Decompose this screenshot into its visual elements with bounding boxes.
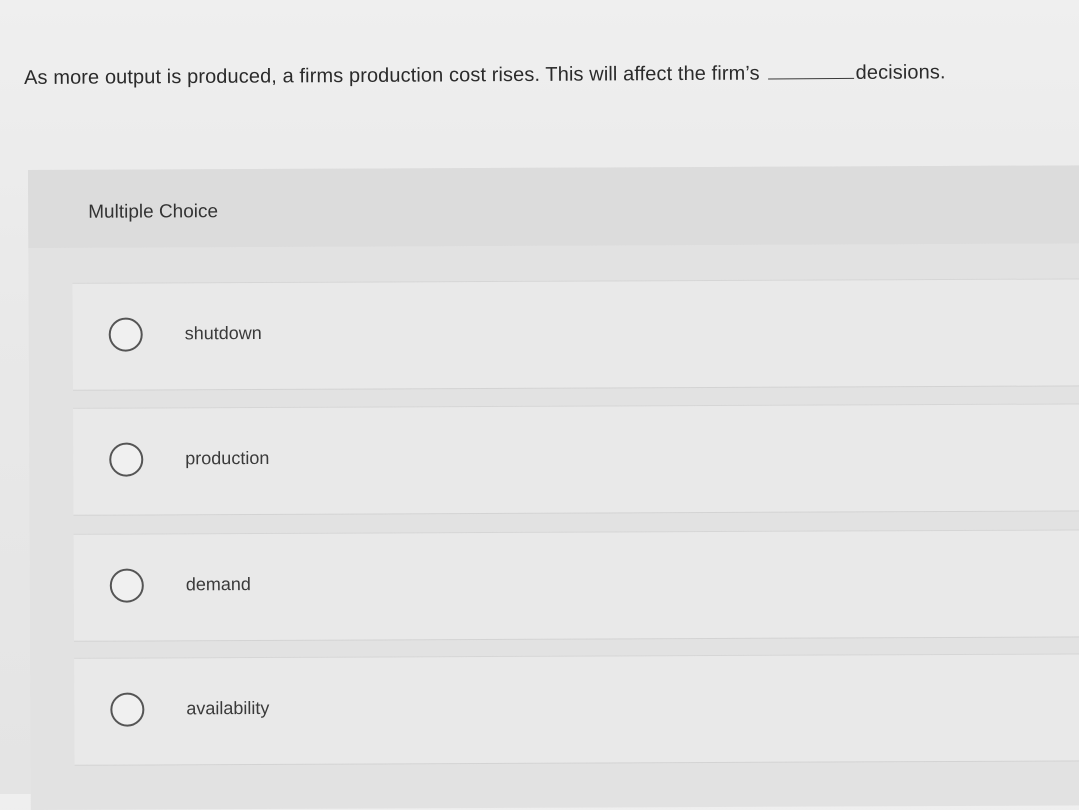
radio-button-icon[interactable] <box>110 692 145 727</box>
answer-option-demand[interactable]: demand <box>73 529 1079 642</box>
answer-option-availability[interactable]: availability <box>74 653 1079 766</box>
radio-button-icon[interactable] <box>109 442 144 477</box>
answer-option-label[interactable]: availability <box>186 698 269 719</box>
radio-button-icon[interactable] <box>109 568 144 603</box>
answer-option-production[interactable]: production <box>73 403 1079 516</box>
panel-header: Multiple Choice <box>28 165 1079 248</box>
answer-option-shutdown[interactable]: shutdown <box>72 278 1079 391</box>
radio-button-icon[interactable] <box>108 317 143 352</box>
multiple-choice-label: Multiple Choice <box>88 201 219 223</box>
answer-option-label[interactable]: demand <box>186 574 251 595</box>
question-text-before: As more output is produced, a firms prod… <box>24 62 760 89</box>
answer-option-label[interactable]: production <box>185 448 269 469</box>
answer-blank <box>767 59 854 80</box>
question-text-after: decisions. <box>855 61 946 84</box>
answer-option-label[interactable]: shutdown <box>185 323 262 344</box>
multiple-choice-panel: Multiple Choice shutdown production dema… <box>28 165 1079 810</box>
question-prompt: As more output is produced, a firms prod… <box>24 58 1054 92</box>
